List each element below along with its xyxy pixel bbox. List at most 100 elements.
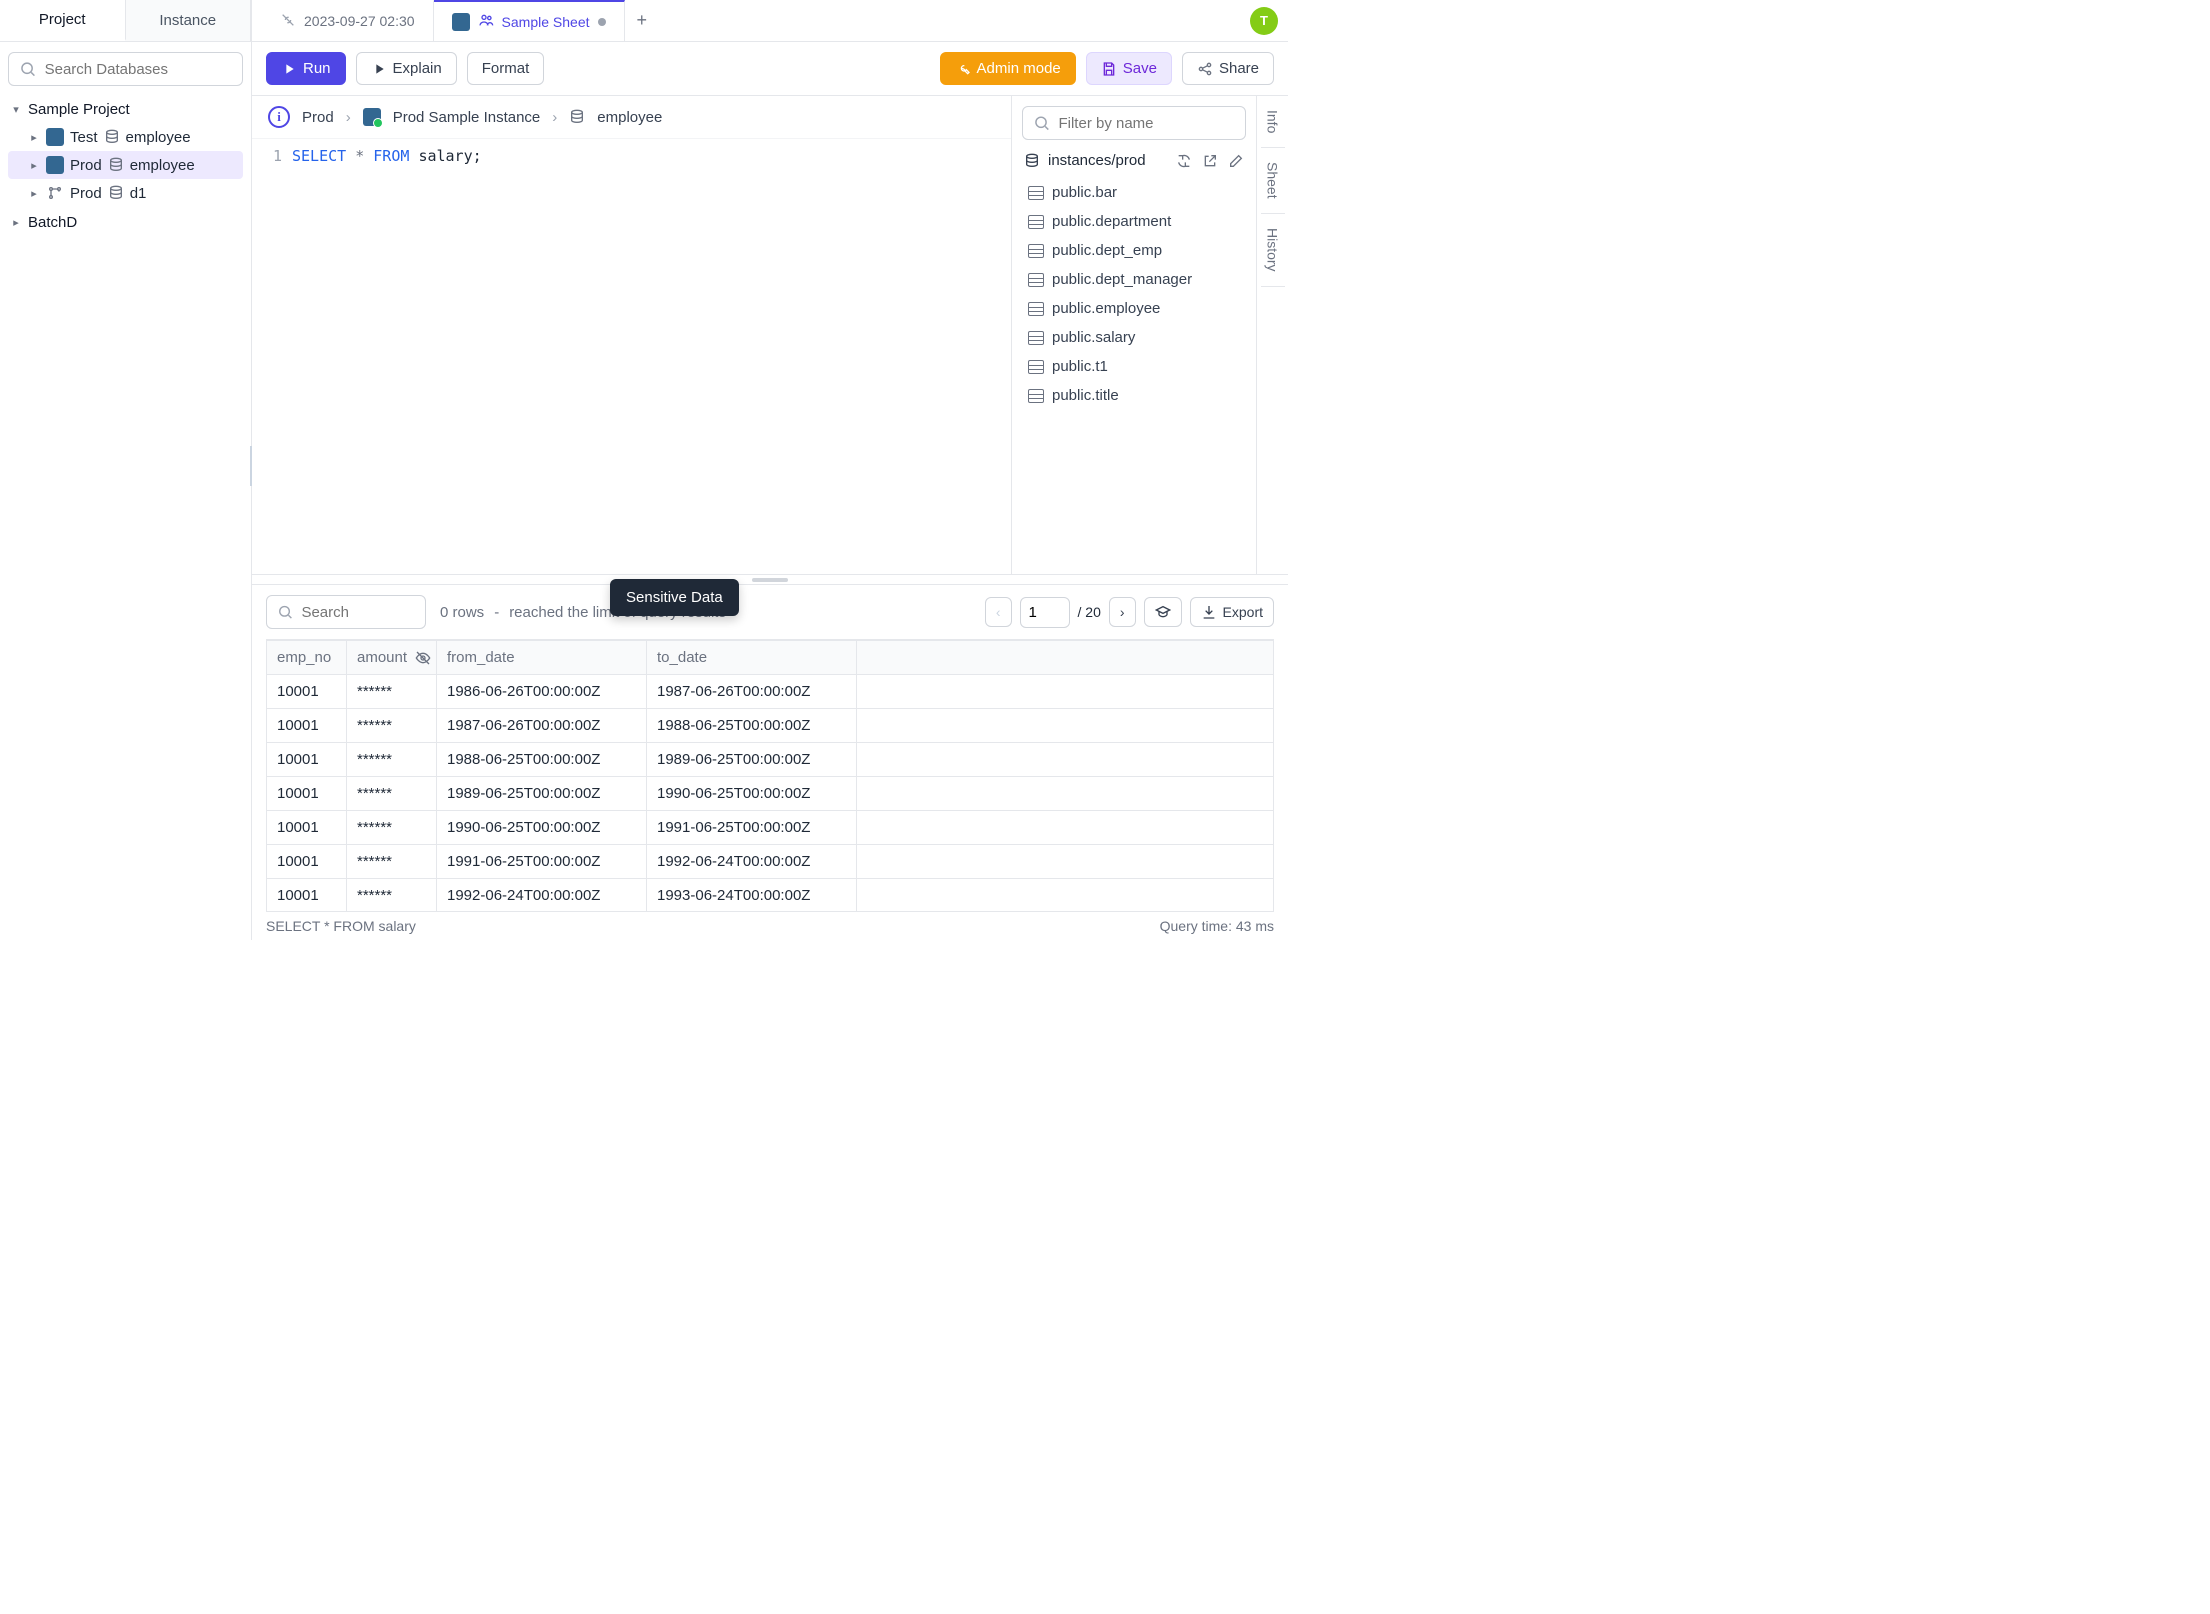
project-name: BatchD	[28, 214, 77, 231]
page-prev-button[interactable]: ‹	[985, 597, 1012, 627]
project-node-2[interactable]: ▸ BatchD	[8, 209, 243, 236]
breadcrumb-env[interactable]: Prod	[302, 109, 334, 126]
postgres-icon	[46, 156, 64, 174]
col-amount[interactable]: amount	[347, 641, 437, 675]
table-item[interactable]: public.salary	[1026, 326, 1246, 349]
breadcrumb-instance[interactable]: Prod Sample Instance	[393, 109, 541, 126]
db-item-prod-employee[interactable]: ▸ Prod employee	[8, 151, 243, 179]
db-env: Prod	[70, 185, 102, 202]
col-from-date[interactable]: from_date	[437, 641, 647, 675]
instance-row[interactable]: instances/prod	[1022, 148, 1246, 173]
db-item-test-employee[interactable]: ▸ Test employee	[8, 123, 243, 151]
edit-icon[interactable]	[1228, 153, 1244, 169]
editor-tab-label: 2023-09-27 02:30	[304, 13, 415, 29]
admin-mode-button[interactable]: Admin mode	[940, 52, 1076, 85]
editor-tab-prev[interactable]: 2023-09-27 02:30	[262, 0, 434, 41]
table-row[interactable]: 10001******1989-06-25T00:00:00Z1990-06-2…	[267, 777, 1274, 811]
table-icon	[1028, 331, 1044, 345]
external-link-icon[interactable]	[1202, 153, 1218, 169]
export-button[interactable]: Export	[1190, 597, 1274, 627]
horizontal-splitter[interactable]	[252, 574, 1288, 584]
share-button[interactable]: Share	[1182, 52, 1274, 85]
editor-tab-current[interactable]: Sample Sheet	[434, 0, 625, 41]
sidebar-search-input[interactable]	[45, 61, 232, 78]
page-next-button[interactable]: ›	[1109, 597, 1136, 627]
col-empty	[857, 641, 1274, 675]
sep: -	[494, 604, 499, 621]
pager: ‹ / 20 › Export	[985, 597, 1274, 628]
sync-icon[interactable]	[1176, 153, 1192, 169]
save-label: Save	[1123, 60, 1157, 77]
table-item[interactable]: public.bar	[1026, 181, 1246, 204]
table-row[interactable]: 10001******1987-06-26T00:00:00Z1988-06-2…	[267, 709, 1274, 743]
table-item[interactable]: public.dept_manager	[1026, 268, 1246, 291]
schema-filter[interactable]	[1022, 106, 1246, 140]
results-table-wrap[interactable]: emp_no amount from_date to_date 10001***…	[266, 639, 1274, 912]
table-row[interactable]: 10001******1990-06-25T00:00:00Z1991-06-2…	[267, 811, 1274, 845]
table-item[interactable]: public.dept_emp	[1026, 239, 1246, 262]
cell: ******	[347, 777, 437, 811]
sidebar-search[interactable]	[8, 52, 243, 86]
database-icon	[569, 109, 585, 125]
table-icon	[1028, 186, 1044, 200]
cell: ******	[347, 675, 437, 709]
save-button[interactable]: Save	[1086, 52, 1172, 85]
table-row[interactable]: 10001******1986-06-26T00:00:00Z1987-06-2…	[267, 675, 1274, 709]
education-icon[interactable]	[1144, 597, 1182, 627]
schema-filter-input[interactable]	[1058, 115, 1235, 132]
table-body: 10001******1986-06-26T00:00:00Z1987-06-2…	[267, 675, 1274, 912]
right-rail: Info Sheet History	[1256, 96, 1288, 574]
cell: ******	[347, 845, 437, 879]
info-icon[interactable]: i	[268, 106, 290, 128]
sql-editor[interactable]: 1 SELECT * FROM salary;	[252, 139, 1011, 574]
page-input[interactable]	[1020, 597, 1070, 628]
top-tabbar: Project Instance 2023-09-27 02:30 Sample…	[0, 0, 1288, 42]
explain-button[interactable]: Explain	[356, 52, 457, 85]
avatar[interactable]: T	[1250, 7, 1278, 35]
col-emp-no[interactable]: emp_no	[267, 641, 347, 675]
table-row[interactable]: 10001******1992-06-24T00:00:00Z1993-06-2…	[267, 879, 1274, 912]
table-name: public.t1	[1052, 358, 1108, 375]
row-count: 0 rows	[440, 604, 484, 621]
cell	[857, 709, 1274, 743]
cell: 1990-06-25T00:00:00Z	[437, 811, 647, 845]
rail-tab-history[interactable]: History	[1261, 214, 1285, 287]
cell: 10001	[267, 879, 347, 912]
table-item[interactable]: public.department	[1026, 210, 1246, 233]
chevron-right-icon: ›	[552, 109, 557, 126]
table-item[interactable]: public.title	[1026, 384, 1246, 407]
cell	[857, 811, 1274, 845]
cell	[857, 743, 1274, 777]
page-total: / 20	[1078, 604, 1101, 620]
col-to-date[interactable]: to_date	[647, 641, 857, 675]
cell	[857, 879, 1274, 912]
add-tab-button[interactable]: +	[625, 10, 660, 31]
table-name: public.title	[1052, 387, 1119, 404]
table-item[interactable]: public.employee	[1026, 297, 1246, 320]
table-row[interactable]: 10001******1988-06-25T00:00:00Z1989-06-2…	[267, 743, 1274, 777]
breadcrumb-table[interactable]: employee	[597, 109, 662, 126]
code-line: SELECT * FROM salary;	[292, 147, 482, 574]
users-icon	[478, 12, 494, 31]
table-name: public.salary	[1052, 329, 1135, 346]
results-search-input[interactable]	[301, 604, 415, 621]
results-toolbar: Sensitive Data 0 rows - reached the limi…	[252, 585, 1288, 639]
table-row[interactable]: 10001******1991-06-25T00:00:00Z1992-06-2…	[267, 845, 1274, 879]
cell: 10001	[267, 709, 347, 743]
format-button[interactable]: Format	[467, 52, 545, 85]
cell: ******	[347, 709, 437, 743]
sidebar-tabs: Project Instance	[0, 0, 252, 41]
run-button[interactable]: Run	[266, 52, 346, 85]
results-search[interactable]	[266, 595, 426, 629]
tab-instance[interactable]: Instance	[126, 0, 252, 41]
rail-tab-info[interactable]: Info	[1261, 96, 1285, 148]
rail-tab-sheet[interactable]: Sheet	[1261, 148, 1285, 214]
cell: 10001	[267, 675, 347, 709]
table-item[interactable]: public.t1	[1026, 355, 1246, 378]
query-time: Query time: 43 ms	[1160, 918, 1274, 934]
tab-project[interactable]: Project	[0, 0, 126, 41]
col-amount-label: amount	[357, 649, 407, 666]
search-icon	[1033, 113, 1050, 133]
db-item-prod-d1[interactable]: ▸ Prod d1	[8, 179, 243, 207]
project-node[interactable]: ▾ Sample Project	[8, 96, 243, 123]
